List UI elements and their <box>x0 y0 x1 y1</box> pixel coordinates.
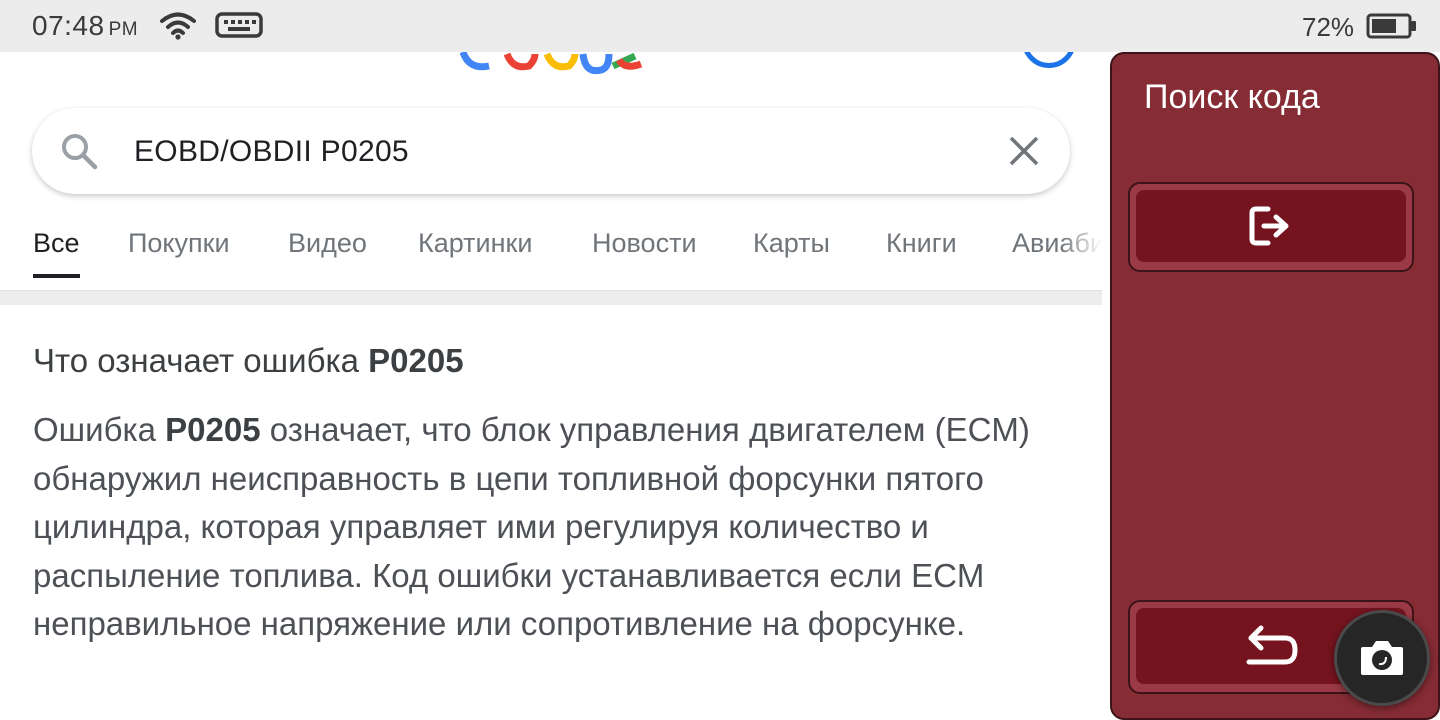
status-time-ampm: PM <box>108 19 139 40</box>
exit-button-face[interactable] <box>1136 190 1406 262</box>
back-arrow-icon <box>1246 625 1298 665</box>
tab-images[interactable]: Картинки <box>418 228 532 274</box>
tab-videos[interactable]: Видео <box>288 228 367 274</box>
battery-percent: 72% <box>1302 12 1355 42</box>
exit-button[interactable] <box>1128 182 1414 272</box>
battery-icon <box>1366 13 1416 39</box>
search-icon[interactable] <box>60 132 98 170</box>
search-box[interactable]: EOBD/OBDII P0205 <box>32 108 1070 194</box>
answer-code: P0205 <box>165 411 261 448</box>
tab-all[interactable]: Все <box>33 228 80 278</box>
account-avatar[interactable] <box>1022 52 1076 68</box>
result-heading: Что означает ошибка P0205 <box>33 342 464 380</box>
wifi-icon <box>160 12 196 40</box>
camera-icon <box>1361 641 1403 675</box>
status-bar: 07:48 PM 72% <box>0 0 1440 52</box>
exit-icon <box>1249 206 1289 246</box>
tab-maps[interactable]: Карты <box>753 228 830 274</box>
browser-content: EOBD/OBDII P0205 Все Покупки Видео Карти… <box>0 52 1102 720</box>
screenshot-button[interactable] <box>1334 610 1430 706</box>
section-divider <box>0 290 1102 305</box>
keyboard-icon <box>215 12 263 38</box>
close-icon[interactable] <box>1007 134 1041 168</box>
tab-news[interactable]: Новости <box>592 228 697 274</box>
status-time: 07:48 PM <box>32 10 138 42</box>
google-logo[interactable] <box>455 52 645 76</box>
panel-title: Поиск кода <box>1144 78 1320 116</box>
search-input[interactable]: EOBD/OBDII P0205 <box>134 135 409 169</box>
tabs-fade <box>1060 228 1102 278</box>
search-tabs: Все Покупки Видео Картинки Новости Карты… <box>0 228 1102 288</box>
answer-prefix: Ошибка <box>33 411 166 448</box>
result-answer: Ошибка P0205 означает, что блок управлен… <box>33 406 1073 649</box>
result-heading-text: Что означает ошибка <box>33 342 369 379</box>
result-heading-code: P0205 <box>368 342 464 379</box>
status-time-value: 07:48 <box>32 10 105 41</box>
tab-shopping[interactable]: Покупки <box>128 228 230 274</box>
tab-books[interactable]: Книги <box>886 228 957 274</box>
